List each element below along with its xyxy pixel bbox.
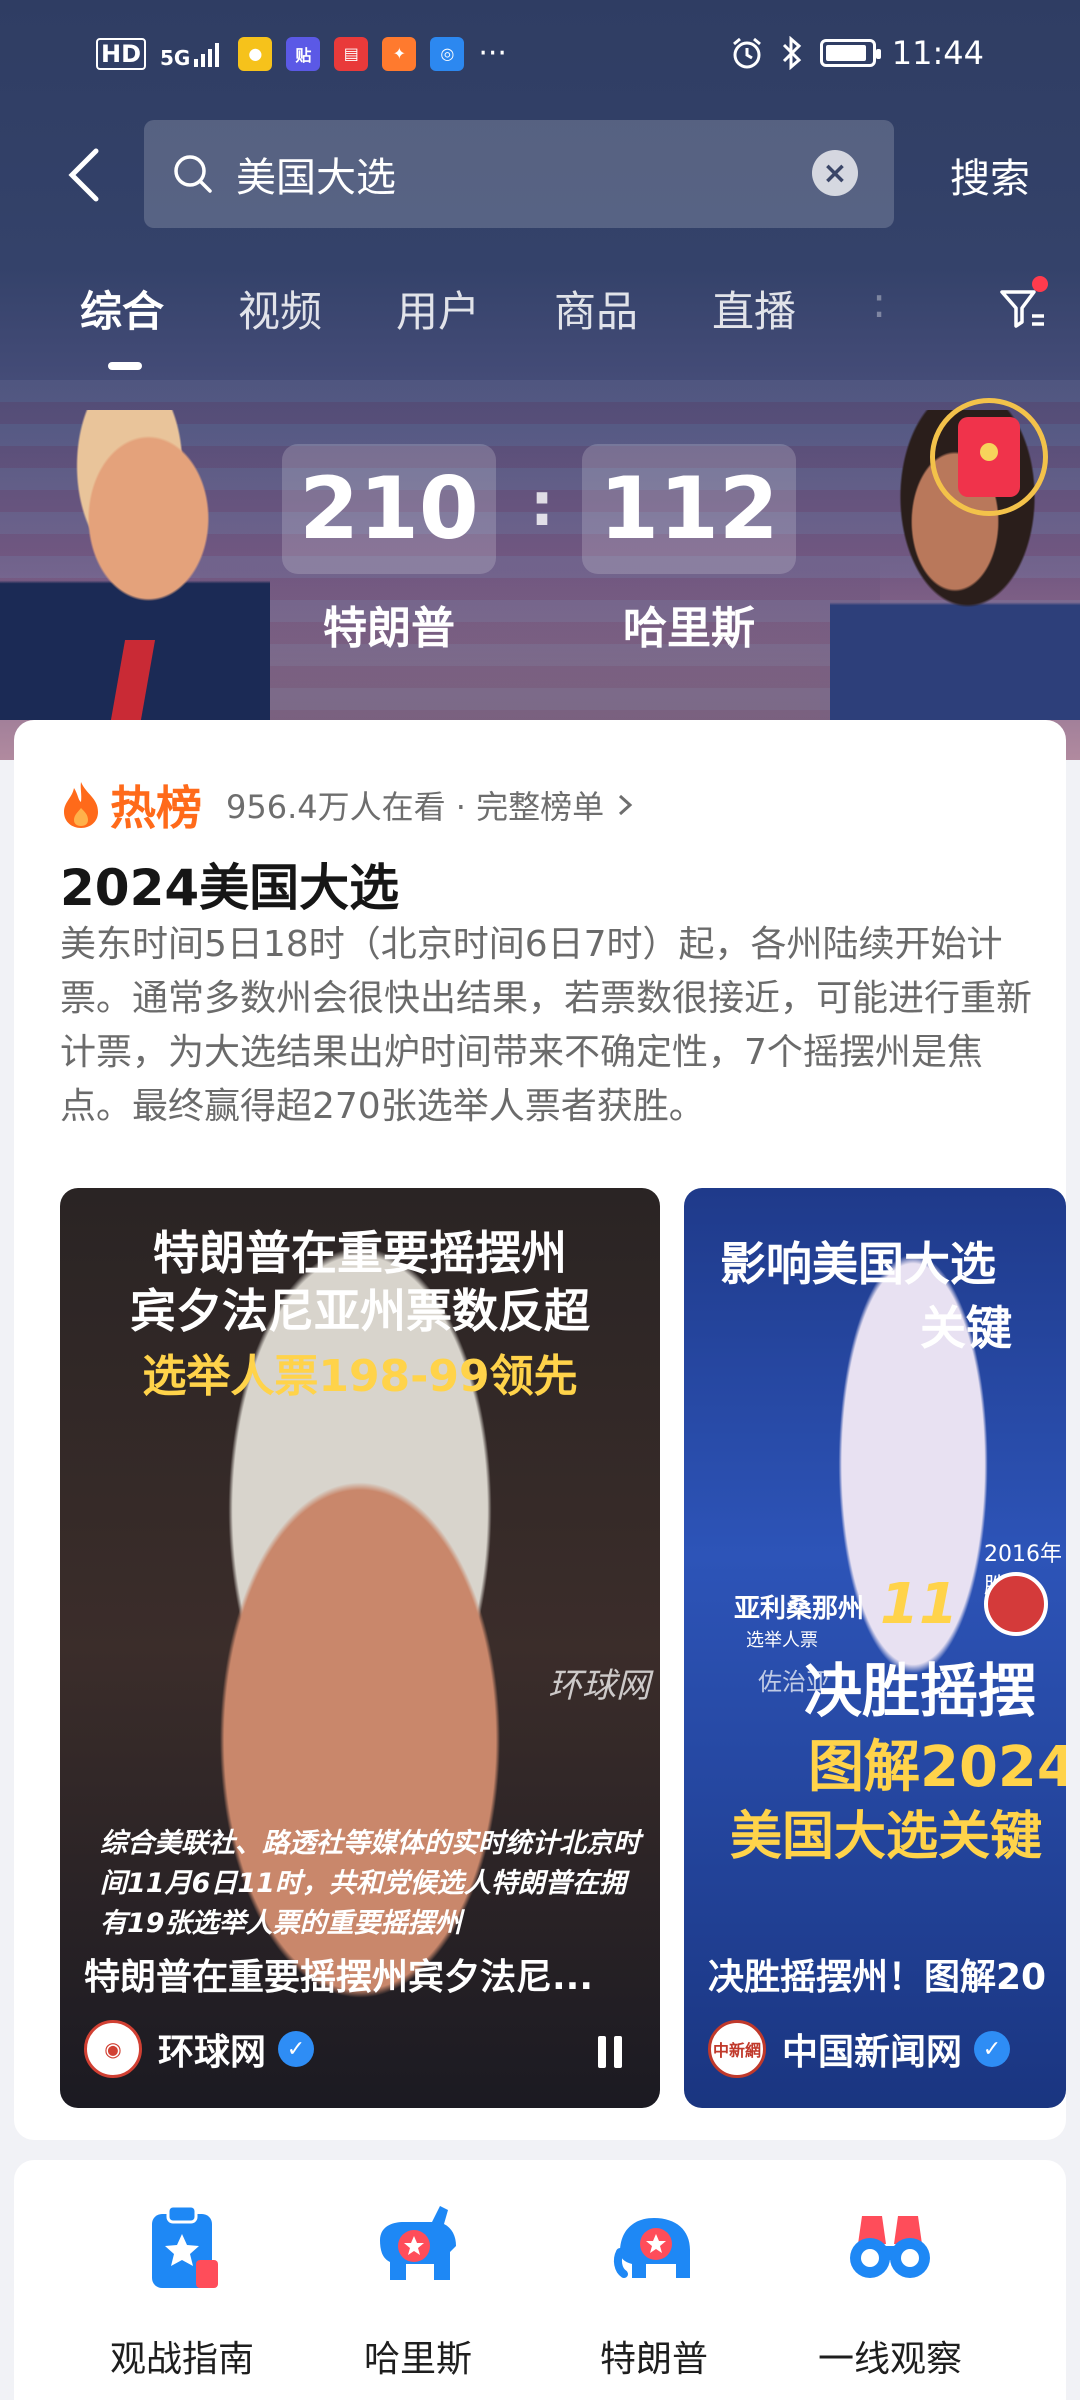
red-packet-button[interactable]	[930, 398, 1048, 516]
state-label: 亚利桑那州	[734, 1594, 865, 1624]
battery-icon	[819, 39, 881, 67]
quick-guide[interactable]: 观战指南	[82, 2200, 282, 2382]
app-notification-icon: ●	[238, 36, 273, 71]
app-notification-icon: ✦	[382, 36, 417, 71]
source-avatar: 中新網	[708, 2020, 766, 2078]
bluetooth-icon	[782, 36, 801, 70]
network-type: 5G	[160, 45, 191, 70]
active-tab-indicator	[108, 362, 142, 370]
electoral-votes: 11	[880, 1572, 958, 1637]
video-headline: 关键	[920, 1301, 1012, 1355]
tab-overflow-hint: :	[872, 278, 887, 327]
back-button[interactable]	[54, 140, 114, 210]
filter-badge	[1032, 276, 1048, 292]
quick-label: 一线观察	[817, 2339, 962, 2380]
viewer-count: 956.4万人在看 · 完整榜单	[226, 788, 605, 826]
video-title-text: 决胜摇摆	[804, 1657, 1037, 1725]
hot-topic-card: 热榜 956.4万人在看 · 完整榜单 2024美国大选 美东时间5日18时（北…	[14, 720, 1066, 2140]
topic-title[interactable]: 2024美国大选	[60, 848, 399, 920]
more-notifications-icon: ···	[478, 36, 507, 71]
flame-icon	[64, 782, 98, 828]
video-headline-line: 特朗普在重要摇摆州	[153, 1226, 567, 1280]
tab-comprehensive[interactable]: 综合	[80, 278, 238, 339]
video-caption: 特朗普在重要摇摆州宾夕法尼...	[84, 1957, 594, 1998]
search-input[interactable]: 美国大选 ×	[144, 120, 894, 228]
video-headline-line: 宾夕法尼亚州票数反超	[130, 1284, 590, 1338]
pause-icon	[614, 2036, 622, 2068]
pause-icon	[598, 2036, 606, 2068]
alarm-icon	[732, 37, 761, 69]
hd-indicator: HD	[96, 37, 147, 70]
status-left: HD 5G ● 贴 ▤ ✦ ◎ ···	[96, 36, 507, 71]
video-overlay-text: 综合美联社、路透社等媒体的实时统计北京时间11月6日11时，共和党候选人特朗普在…	[100, 1828, 640, 1939]
source-name: 中国新闻网	[782, 2032, 963, 2073]
video-title-text: 美国大选关键	[730, 1807, 1043, 1867]
video-card[interactable]: 特朗普在重要摇摆州 宾夕法尼亚州票数反超 选举人票198-99领先 环球网 综合…	[60, 1188, 660, 2108]
status-bar: HD 5G ● 贴 ▤ ✦ ◎ ··· 11:44	[0, 0, 1080, 108]
video-source-row[interactable]: ◉ 环球网 ✓	[84, 2020, 315, 2078]
verified-icon: ✓	[278, 2031, 315, 2067]
quick-trump[interactable]: 特朗普	[554, 2200, 754, 2382]
app-notification-icon: 贴	[286, 36, 321, 71]
search-query: 美国大选	[236, 155, 396, 201]
source-avatar: ◉	[84, 2020, 142, 2078]
video-watermark: 环球网	[548, 1666, 650, 1706]
signal-icon	[194, 42, 220, 67]
trump-name: 特朗普	[323, 603, 455, 654]
app-notification-icon: ▤	[334, 36, 369, 71]
quick-access-bar: 观战指南 哈里斯 特朗普 一线观察	[14, 2160, 1066, 2400]
tab-user[interactable]: 用户	[396, 278, 554, 339]
score-separator: :	[530, 470, 554, 540]
app-notification-icon: ◎	[430, 36, 465, 71]
gop-logo-icon	[984, 1572, 1048, 1636]
topic-description: 美东时间5日18时（北京时间6日7时）起，各州陆续开始计票。通常多数州会很快出结…	[60, 924, 1033, 1127]
search-button[interactable]: 搜索	[950, 146, 1030, 204]
verified-icon: ✓	[974, 2031, 1011, 2067]
network-indicator: 5G	[160, 41, 224, 70]
hot-list-row[interactable]: 热榜 956.4万人在看 · 完整榜单	[60, 772, 636, 838]
video-headline: 特朗普在重要摇摆州 宾夕法尼亚州票数反超	[60, 1224, 660, 1340]
red-packet-icon	[958, 417, 1020, 497]
quick-frontline[interactable]: 一线观察	[790, 2200, 990, 2382]
video-title-text: 图解2024	[808, 1735, 1066, 1800]
back-arrow-icon	[68, 148, 99, 202]
binoculars-icon	[842, 2200, 938, 2296]
donkey-icon	[370, 2200, 466, 2296]
video-source-row[interactable]: 中新網 中国新闻网 ✓	[708, 2020, 1011, 2078]
quick-label: 特朗普	[599, 2339, 708, 2380]
video-caption: 决胜摇摆州！图解20	[708, 1957, 1047, 1998]
video-subheadline: 选举人票198-99领先	[142, 1351, 578, 1402]
trump-score[interactable]: 210	[282, 444, 496, 574]
quick-label: 哈里斯	[363, 2339, 472, 2380]
result-tabs: 综合 视频 用户 商品 直播	[80, 278, 870, 339]
clear-search-button[interactable]: ×	[812, 150, 858, 196]
quick-label: 观战指南	[109, 2339, 254, 2380]
tab-video[interactable]: 视频	[238, 278, 396, 339]
status-right: 11:44	[730, 34, 984, 72]
quick-harris[interactable]: 哈里斯	[318, 2200, 518, 2382]
tab-product[interactable]: 商品	[554, 278, 712, 339]
harris-name: 哈里斯	[623, 603, 755, 654]
pause-button[interactable]	[598, 2036, 622, 2068]
search-icon	[174, 155, 212, 193]
close-icon: ×	[822, 155, 848, 191]
clipboard-star-icon	[134, 2200, 230, 2296]
chevron-right-icon	[619, 794, 633, 816]
elephant-icon	[606, 2200, 702, 2296]
source-name: 环球网	[158, 2032, 267, 2073]
harris-score[interactable]: 112	[582, 444, 796, 574]
clock: 11:44	[891, 34, 984, 72]
hot-list-label: 热榜	[110, 781, 202, 835]
filter-button[interactable]	[996, 276, 1048, 334]
video-card[interactable]: 影响美国大选 关键 2016年胜者 亚利桑那州 选举人票 11 佐治亚 决胜摇摆…	[684, 1188, 1066, 2108]
video-headline: 影响美国大选	[720, 1237, 996, 1291]
tab-live[interactable]: 直播	[712, 278, 870, 339]
